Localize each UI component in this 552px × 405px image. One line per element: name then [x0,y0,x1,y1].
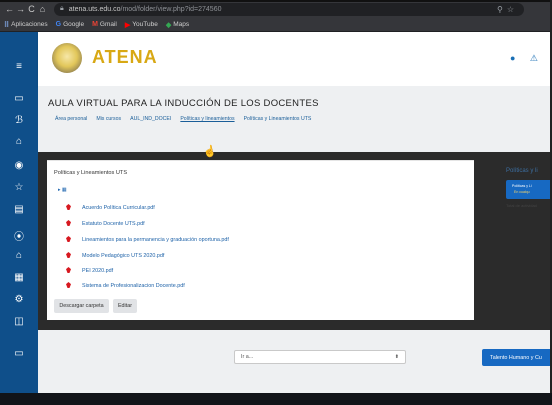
google-icon: G [55,21,62,28]
lock-icon: 🔒︎ [60,5,64,12]
files-icon[interactable]: ▦ [0,272,38,283]
url-path: /mod/folder/view.php?id=274560 [120,5,222,13]
os-taskbar [0,393,552,405]
breadcrumb: Área personal Mis cursos AUL_IND_DOCEI P… [55,116,320,122]
notification-icons[interactable]: ● ⚠ [510,53,544,64]
bookmark-maps[interactable]: ◆ Maps [166,21,189,29]
jump-to-select[interactable]: Ir a... ⬍ [234,350,406,364]
home-icon[interactable]: ⌂ [37,4,48,14]
grades-icon[interactable]: ▤ [0,204,38,215]
bookmarks-bar: ⠿ Aplicaciones G Google M Gmail ▶ YouTube ◆ M… [0,18,552,32]
breadcrumb-item[interactable]: Área personal [55,116,87,122]
bookmark-youtube[interactable]: ▶ YouTube [125,21,158,29]
pdf-icon [65,220,72,227]
file-item[interactable]: Lineamientos para la permanencia y gradu… [65,236,229,243]
file-item[interactable]: Sistema de Profesionalizacion Docente.pd… [65,282,185,289]
users-icon[interactable]: ℬ [0,115,38,126]
left-drawer: ≡ ▭ ℬ ⌂ ◉ ☆ ▤ ⦿ ⌂ ▦ ⚙ ◫ ▭ [0,32,38,405]
screen: ← → C ⌂ 🔒︎ atena.uts.edu.co/mod/folder/v… [0,0,552,405]
browser-toolbar: ← → C ⌂ 🔒︎ atena.uts.edu.co/mod/folder/v… [0,0,552,18]
breadcrumb-item[interactable]: Mis cursos [96,116,121,122]
bookmark-google[interactable]: G Google [56,21,84,28]
next-activity-button[interactable]: Talento Humano y Cu [482,349,552,366]
download-folder-button[interactable]: Descargar carpeta [54,299,109,313]
breadcrumb-item[interactable]: AUL_IND_DOCEI [130,116,171,122]
youtube-icon: ▶ [124,21,131,29]
dashboard-icon[interactable]: ▭ [0,93,38,104]
pdf-icon [65,282,72,289]
file-item[interactable]: Acuerdo Política Curricular.pdf [65,204,155,211]
reload-icon[interactable]: C [26,4,37,14]
edit-button[interactable]: Editar [113,299,137,313]
apps-grid-icon: ⠿ [4,21,10,29]
page-title: AULA VIRTUAL PARA LA INDUCCIÓN DE LOS DO… [48,98,319,109]
menu-icon[interactable]: ≡ [0,61,38,72]
gmail-icon: M [92,21,98,28]
breadcrumb-item[interactable]: Políticas y lineamientos [180,116,234,122]
maps-icon: ◆ [165,21,172,29]
badge-icon[interactable]: ◉ [0,160,38,171]
hand-cursor-icon: ☝ [202,144,218,160]
pdf-icon [65,204,72,211]
site-logo-text[interactable]: ATENA [92,47,158,68]
screen-bezel [0,0,552,2]
folder-content: Políticas y Lineamientos UTS ▸ ▦ Acuerdo… [47,160,474,320]
book-icon[interactable]: ◫ [0,316,38,327]
course-icon[interactable]: ▭ [0,348,38,359]
zoom-star-icons[interactable]: ⚲☆ [497,5,518,14]
pdf-icon [65,236,72,243]
bookmark-gmail[interactable]: M Gmail [92,21,117,28]
course-header: AULA VIRTUAL PARA LA INDUCCIÓN DE LOS DO… [38,86,552,152]
folder-toggle-icon[interactable]: ▸ ▦ [58,187,67,193]
activity-card-title: Políticas y Li [512,184,532,188]
pdf-icon [65,252,72,259]
file-item[interactable]: PEI 2020.pdf [65,267,113,274]
atena-logo-icon[interactable] [52,43,82,73]
file-item[interactable]: Estatuto Docente UTS.pdf [65,220,145,227]
lock-icon[interactable]: ⌂ [0,136,38,147]
block-title: Políticas y li [506,168,538,174]
folder-title: Políticas y Lineamientos UTS [54,170,128,176]
address-bar[interactable]: 🔒︎ atena.uts.edu.co/mod/folder/view.php?… [54,2,524,16]
pdf-icon [65,267,72,274]
url-host: atena.uts.edu.co [68,5,121,13]
activity-total-text: Total de actividad [506,203,537,208]
chevron-down-icon: ⬍ [394,354,399,360]
top-navbar: ATENA ● ⚠ [38,32,552,86]
right-block: Políticas y li Políticas y Li En cualqu … [488,160,552,240]
back-icon[interactable]: ← [4,4,15,14]
gear-icon[interactable]: ⚙ [0,294,38,305]
activity-card-status: En cualqu [514,190,530,194]
calendar-icon[interactable]: ⦿ [0,228,38,243]
file-item[interactable]: Modelo Pedagógico UTS 2020.pdf [65,252,164,259]
jump-to-placeholder: Ir a... [241,354,254,360]
bookmark-apps[interactable]: ⠿ Aplicaciones [4,21,48,29]
breadcrumb-item[interactable]: Políticas y Lineamientos UTS [244,116,312,122]
star-icon[interactable]: ☆ [0,182,38,193]
activity-card[interactable]: Políticas y Li En cualqu [506,180,552,199]
home-nav-icon[interactable]: ⌂ [0,250,38,261]
forward-icon[interactable]: → [15,4,26,14]
